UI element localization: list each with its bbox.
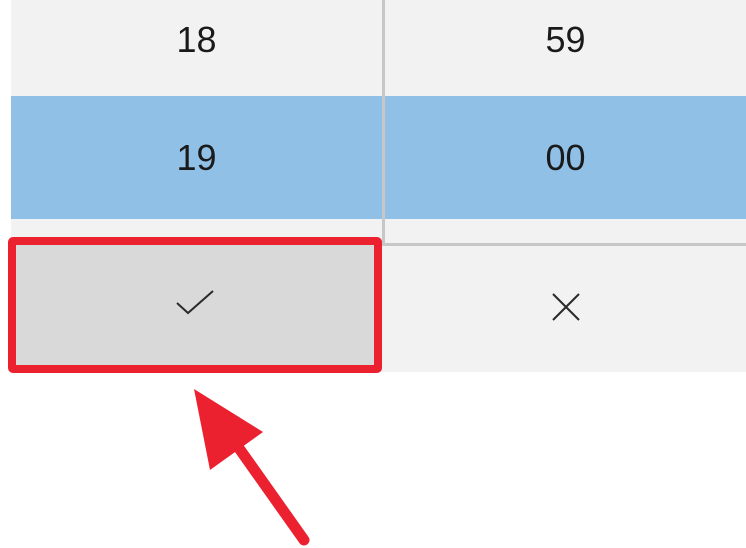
annotation-arrow-icon: [194, 389, 310, 546]
time-picker-flyout: 18 19 59 00: [0, 0, 746, 548]
